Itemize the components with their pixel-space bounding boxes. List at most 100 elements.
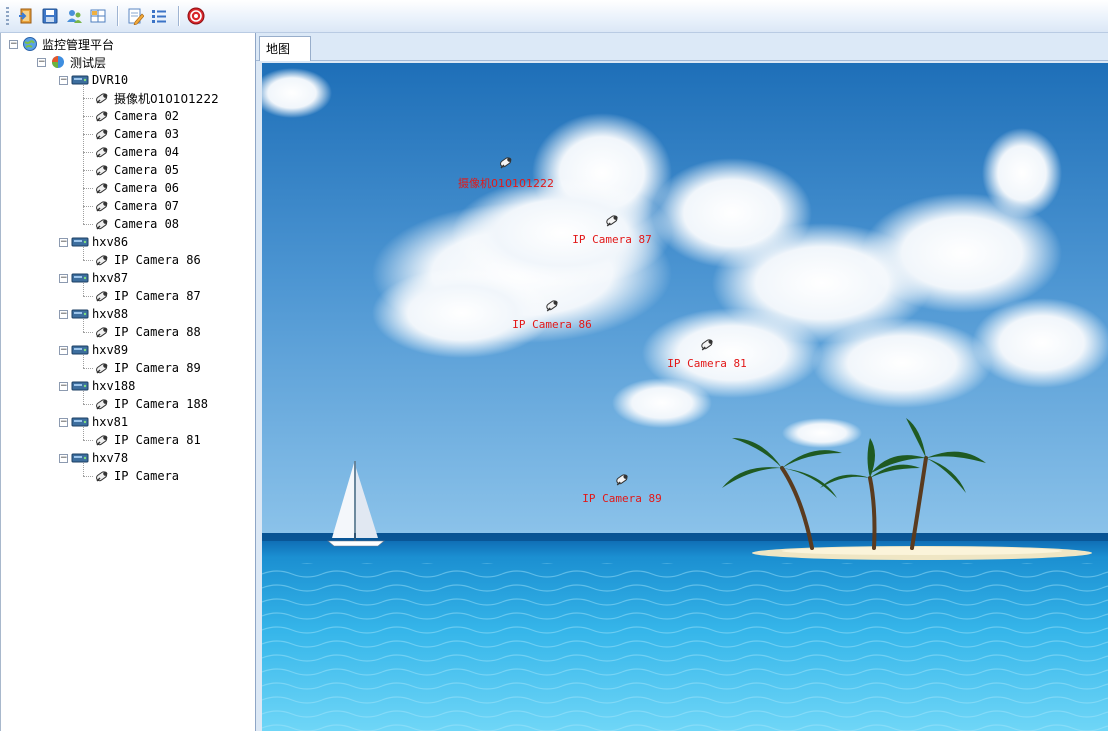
map-camera-label: IP Camera 81 <box>667 357 747 370</box>
camera-icon <box>93 162 111 178</box>
camera-icon <box>93 108 111 124</box>
tree-connector <box>83 296 93 297</box>
tree-camera[interactable]: IP Camera 89 <box>93 359 201 377</box>
globe-icon <box>21 36 39 52</box>
tree-connector <box>83 224 93 225</box>
tree-connector <box>83 368 93 369</box>
collapse-toggle[interactable]: − <box>59 309 68 319</box>
tab-map[interactable]: 地图 <box>259 36 311 61</box>
tree-device[interactable]: − hxv87 <box>59 269 128 287</box>
tree-camera-label: Camera 02 <box>114 109 180 123</box>
tree-camera-label: Camera 03 <box>114 127 180 141</box>
toolbar-separator <box>117 6 118 26</box>
camera-icon <box>93 216 111 232</box>
tree-connector <box>83 188 93 189</box>
tree-camera[interactable]: Camera 05 <box>93 161 179 179</box>
tree-layer[interactable]: − 测试层 <box>37 53 106 71</box>
camera-icon[interactable] <box>497 153 515 174</box>
layout-icon[interactable] <box>87 5 109 27</box>
toolbar-separator <box>178 6 179 26</box>
map-camera-marker[interactable]: IP Camera 87 <box>572 211 652 246</box>
tree-camera[interactable]: IP Camera 87 <box>93 287 201 305</box>
tree-camera[interactable]: Camera 06 <box>93 179 179 197</box>
map-camera-marker[interactable]: IP Camera 86 <box>512 296 592 331</box>
tree-root[interactable]: − 监控管理平台 <box>9 35 114 53</box>
stop-icon[interactable] <box>185 5 207 27</box>
dvr-device-icon <box>71 270 89 286</box>
main-toolbar <box>0 0 1108 33</box>
tree-device[interactable]: − hxv89 <box>59 341 128 359</box>
exit-door-icon[interactable] <box>15 5 37 27</box>
tree-camera[interactable]: Camera 03 <box>93 125 179 143</box>
collapse-toggle[interactable]: − <box>59 75 68 85</box>
camera-icon[interactable] <box>613 470 631 491</box>
tree-connector <box>83 427 84 440</box>
tree-connector <box>83 404 93 405</box>
dvr-device-icon <box>71 306 89 322</box>
tree-device[interactable]: − hxv81 <box>59 413 128 431</box>
collapse-toggle[interactable]: − <box>37 57 46 67</box>
dvr-device-icon <box>71 72 89 88</box>
tree-device[interactable]: − DVR10 <box>59 71 128 89</box>
tree-camera-label: IP Camera 88 <box>114 325 201 339</box>
tree-camera[interactable]: Camera 04 <box>93 143 179 161</box>
camera-icon <box>93 126 111 142</box>
tree-camera-label: IP Camera 86 <box>114 253 201 267</box>
camera-icon[interactable] <box>603 211 621 232</box>
map-camera-marker[interactable]: IP Camera 89 <box>582 470 662 505</box>
tree-connector <box>83 206 93 207</box>
map-camera-label: IP Camera 86 <box>512 318 592 331</box>
camera-icon <box>93 360 111 376</box>
tree-camera[interactable]: IP Camera 88 <box>93 323 201 341</box>
tree-device-label: hxv86 <box>92 235 129 249</box>
tree-camera[interactable]: Camera 08 <box>93 215 179 233</box>
collapse-toggle[interactable]: − <box>59 273 68 283</box>
camera-icon[interactable] <box>543 296 561 317</box>
tree-camera[interactable]: 摄像机010101222 <box>93 89 219 107</box>
collapse-toggle[interactable]: − <box>59 417 68 427</box>
camera-icon <box>93 396 111 412</box>
camera-icon <box>93 180 111 196</box>
map-camera-marker[interactable]: IP Camera 81 <box>667 335 747 370</box>
tree-device-label: DVR10 <box>92 73 129 87</box>
tree-camera[interactable]: Camera 07 <box>93 197 179 215</box>
tree-device[interactable]: − hxv86 <box>59 233 128 251</box>
collapse-toggle[interactable]: − <box>59 381 68 391</box>
edit-note-icon[interactable] <box>124 5 146 27</box>
collapse-toggle[interactable]: − <box>59 237 68 247</box>
tree-device-label: hxv188 <box>92 379 136 393</box>
tree-connector <box>83 152 93 153</box>
tree-connector <box>83 98 93 99</box>
users-icon[interactable] <box>63 5 85 27</box>
toolbar-grip[interactable] <box>6 7 9 25</box>
tree-root-label: 监控管理平台 <box>42 37 115 52</box>
tree-camera-label: 摄像机010101222 <box>114 91 219 106</box>
collapse-toggle[interactable]: − <box>59 453 68 463</box>
tree-camera-label: Camera 08 <box>114 217 180 231</box>
collapse-toggle[interactable]: − <box>9 39 18 49</box>
tree-device[interactable]: − hxv78 <box>59 449 128 467</box>
camera-icon <box>93 324 111 340</box>
tree-connector <box>83 247 84 260</box>
tree-camera[interactable]: IP Camera 86 <box>93 251 201 269</box>
collapse-toggle[interactable]: − <box>59 345 68 355</box>
tree-camera-label: IP Camera 188 <box>114 397 208 411</box>
tree-camera[interactable]: IP Camera 81 <box>93 431 201 449</box>
dvr-device-icon <box>71 342 89 358</box>
tree-camera[interactable]: IP Camera 188 <box>93 395 208 413</box>
tree-connector <box>83 391 84 404</box>
tree-connector <box>83 319 84 332</box>
map-camera-marker[interactable]: 摄像机010101222 <box>458 153 554 191</box>
tree-camera-label: IP Camera 87 <box>114 289 201 303</box>
tree-camera-label: Camera 04 <box>114 145 180 159</box>
list-icon[interactable] <box>148 5 170 27</box>
tree-camera-label: Camera 05 <box>114 163 180 177</box>
tree-device[interactable]: − hxv188 <box>59 377 135 395</box>
tree-connector <box>83 134 93 135</box>
map-canvas[interactable]: 摄像机010101222 IP Camera 87 IP Camera 86 IP C… <box>262 63 1108 731</box>
save-disk-icon[interactable] <box>39 5 61 27</box>
camera-icon[interactable] <box>698 335 716 356</box>
tree-camera[interactable]: IP Camera <box>93 467 179 485</box>
tree-camera[interactable]: Camera 02 <box>93 107 179 125</box>
tree-device[interactable]: − hxv88 <box>59 305 128 323</box>
